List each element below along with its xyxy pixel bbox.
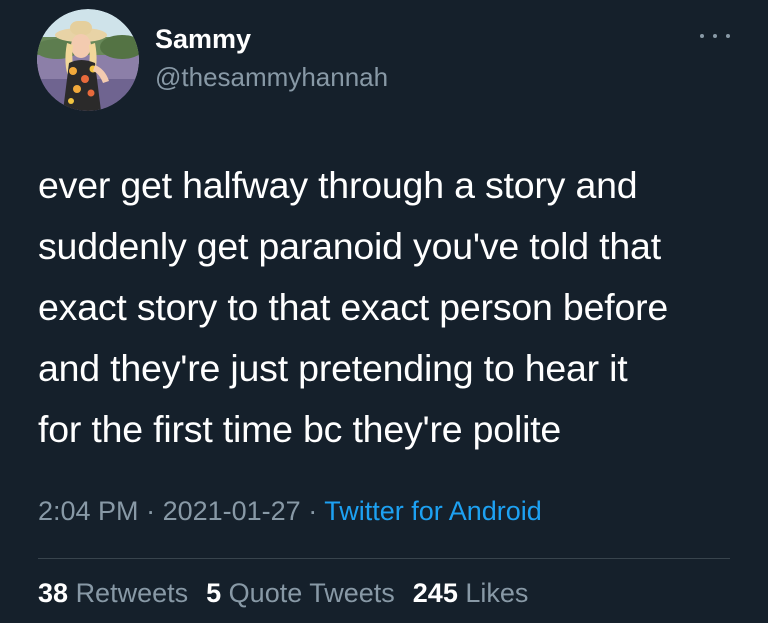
author-name[interactable]: Sammy (155, 24, 251, 55)
tweet-stats: 38 Retweets 5 Quote Tweets 245 Likes (38, 578, 528, 609)
avatar[interactable] (37, 9, 139, 111)
tweet-text-line: and they're just pretending to hear it (38, 347, 628, 389)
quote-tweets-count: 5 (206, 578, 222, 608)
likes-count: 245 (412, 578, 458, 608)
quote-tweets-stat[interactable]: 5 Quote Tweets (206, 578, 395, 609)
likes-stat[interactable]: 245 Likes (413, 578, 529, 609)
tweet-card: Sammy @thesammyhannah ever get halfway t… (0, 0, 768, 623)
tweet-time[interactable]: 2:04 PM (38, 496, 139, 526)
divider (38, 558, 730, 559)
tweet-source-link[interactable]: Twitter for Android (324, 496, 542, 526)
ellipsis-icon-dot (726, 34, 730, 38)
retweets-stat[interactable]: 38 Retweets (38, 578, 188, 609)
likes-label: Likes (465, 578, 529, 608)
tweet-meta: 2:04 PM · 2021-01-27 · Twitter for Andro… (38, 496, 542, 527)
author-handle[interactable]: @thesammyhannah (155, 62, 388, 93)
more-options-button[interactable] (700, 26, 730, 46)
meta-separator: · (138, 496, 163, 526)
tweet-text-line: exact story to that exact person before (38, 286, 669, 328)
quote-tweets-label: Quote Tweets (228, 578, 395, 608)
meta-separator: · (300, 496, 325, 526)
tweet-text-line: ever get halfway through a story and (38, 164, 638, 206)
ellipsis-icon-dot (700, 34, 704, 38)
tweet-date[interactable]: 2021-01-27 (163, 496, 301, 526)
tweet-text-line: for the first time bc they're polite (38, 408, 562, 450)
retweets-count: 38 (38, 578, 69, 608)
retweets-label: Retweets (75, 578, 189, 608)
tweet-text: ever get halfway through a story and sud… (38, 155, 748, 460)
ellipsis-icon-dot (713, 34, 717, 38)
tweet-text-line: suddenly get paranoid you've told that (38, 225, 661, 267)
profile-photo-icon (37, 9, 139, 111)
